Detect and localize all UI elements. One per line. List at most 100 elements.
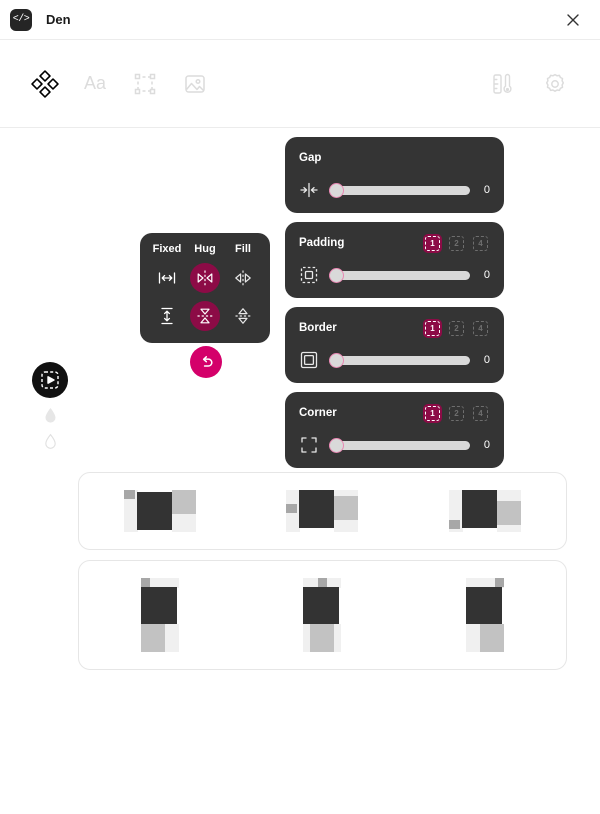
- measure-icon[interactable]: [484, 65, 522, 103]
- preview-card-horizontal: [78, 472, 567, 550]
- page-title: Den: [46, 12, 71, 27]
- slider-thumb[interactable]: [329, 267, 344, 283]
- panel-header: Corner 1 2 4: [299, 403, 490, 423]
- preview-slot[interactable]: [79, 578, 241, 652]
- preview-slot[interactable]: [79, 490, 241, 532]
- border-value: 0: [483, 354, 490, 366]
- gap-arrows-icon: [299, 180, 319, 200]
- panel-control-row: 0: [299, 350, 490, 370]
- slider-track: [329, 185, 470, 195]
- corner-seg-4[interactable]: 4: [471, 404, 490, 423]
- sizing-cell: [224, 301, 262, 331]
- panel-title: Corner: [299, 407, 337, 419]
- padding-slider[interactable]: [329, 267, 470, 283]
- border-seg-1[interactable]: 1: [423, 318, 442, 338]
- frame-icon[interactable]: [126, 65, 164, 103]
- preview-slot[interactable]: [241, 490, 403, 532]
- thumb-chip: [124, 490, 136, 499]
- preview-slot[interactable]: [241, 578, 403, 652]
- align-top-thumb[interactable]: [124, 490, 197, 532]
- align-bottom-thumb[interactable]: [448, 490, 521, 532]
- thumb-gray-block: [479, 624, 504, 652]
- corner-seg-2-label: 2: [454, 408, 459, 418]
- shapes-diamond-icon[interactable]: [26, 65, 64, 103]
- fixed-width-icon[interactable]: [152, 263, 182, 293]
- thumb-gray-block: [496, 501, 521, 525]
- thumb-chip: [318, 578, 328, 587]
- sizing-column-hug: Hug: [194, 243, 216, 255]
- corner-value: 0: [483, 439, 490, 451]
- thumb-dark-block: [299, 490, 335, 528]
- canvas-area: Fixed Hug Fill Gap 0 Padding 1 2 4 0 Bor…: [0, 128, 600, 814]
- sizing-cell: [186, 301, 224, 331]
- thumb-gray-block: [310, 624, 335, 652]
- fill-width-icon[interactable]: [228, 263, 258, 293]
- thumb-dark-block: [461, 490, 497, 528]
- sizing-column-fixed: Fixed: [152, 243, 182, 255]
- reset-button[interactable]: [190, 346, 222, 378]
- fill-height-icon[interactable]: [228, 301, 258, 331]
- corner-brackets-icon: [299, 435, 319, 455]
- corner-segment-group: 1 2 4: [423, 403, 490, 423]
- corner-seg-1-label: 1: [430, 408, 435, 418]
- panel-control-row: 0: [299, 265, 490, 285]
- align-middle-thumb[interactable]: [286, 490, 359, 532]
- padding-seg-1[interactable]: 1: [423, 233, 442, 253]
- sizing-cell: [148, 301, 186, 331]
- justify-center-thumb[interactable]: [303, 578, 342, 652]
- slider-track: [329, 270, 470, 280]
- droplet-filled-icon[interactable]: [43, 406, 57, 424]
- panel-gap: Gap 0: [285, 137, 504, 213]
- padding-seg-2[interactable]: 2: [447, 234, 466, 253]
- thumb-dark-block: [141, 587, 178, 624]
- play-in-frame-icon[interactable]: [32, 362, 68, 398]
- border-seg-2[interactable]: 2: [447, 319, 466, 338]
- panel-control-row: 0: [299, 435, 490, 455]
- justify-end-thumb[interactable]: [465, 578, 504, 652]
- border-seg-4[interactable]: 4: [471, 319, 490, 338]
- close-icon[interactable]: [562, 9, 584, 31]
- slider-thumb[interactable]: [329, 182, 344, 198]
- text-icon-label: Aa: [83, 73, 107, 93]
- corner-slider[interactable]: [329, 437, 470, 453]
- slider-thumb[interactable]: [329, 352, 344, 368]
- corner-seg-1[interactable]: 1: [423, 403, 442, 423]
- slider-thumb[interactable]: [329, 437, 344, 453]
- padding-box-icon: [299, 265, 319, 285]
- corner-seg-4-label: 4: [478, 408, 483, 418]
- sizing-cell: [148, 263, 186, 293]
- padding-seg-4[interactable]: 4: [471, 234, 490, 253]
- sizing-row-vertical: [148, 301, 262, 331]
- padding-seg-1-label: 1: [430, 238, 435, 248]
- panel-title: Gap: [299, 152, 322, 164]
- thumb-dark-block: [465, 587, 502, 624]
- hug-height-icon[interactable]: [190, 301, 220, 331]
- main-toolbar: Aa: [0, 40, 600, 128]
- droplet-outline-icon[interactable]: [43, 432, 57, 450]
- preview-slot[interactable]: [404, 578, 566, 652]
- border-seg-2-label: 2: [454, 323, 459, 333]
- gap-slider[interactable]: [329, 182, 470, 198]
- border-seg-4-label: 4: [478, 323, 483, 333]
- image-icon[interactable]: [176, 65, 214, 103]
- sizing-panel-headers: Fixed Hug Fill: [148, 243, 262, 255]
- thumb-chip: [448, 520, 460, 529]
- slider-track: [329, 355, 470, 365]
- thumb-gray-block: [172, 490, 197, 514]
- code-brackets-icon: </>: [10, 8, 32, 31]
- padding-segment-group: 1 2 4: [423, 233, 490, 253]
- text-icon[interactable]: Aa: [76, 65, 114, 103]
- gear-icon[interactable]: [536, 65, 574, 103]
- border-slider[interactable]: [329, 352, 470, 368]
- fixed-height-icon[interactable]: [152, 301, 182, 331]
- justify-start-thumb[interactable]: [141, 578, 180, 652]
- hug-width-icon[interactable]: [190, 263, 220, 293]
- sizing-panel: Fixed Hug Fill: [140, 233, 270, 343]
- thumb-chip: [141, 578, 151, 587]
- sizing-cell: [224, 263, 262, 293]
- thumb-gray-block: [334, 496, 359, 520]
- panel-title: Border: [299, 322, 337, 334]
- preview-slot[interactable]: [404, 490, 566, 532]
- corner-seg-2[interactable]: 2: [447, 404, 466, 423]
- preview-card-vertical: [78, 560, 567, 670]
